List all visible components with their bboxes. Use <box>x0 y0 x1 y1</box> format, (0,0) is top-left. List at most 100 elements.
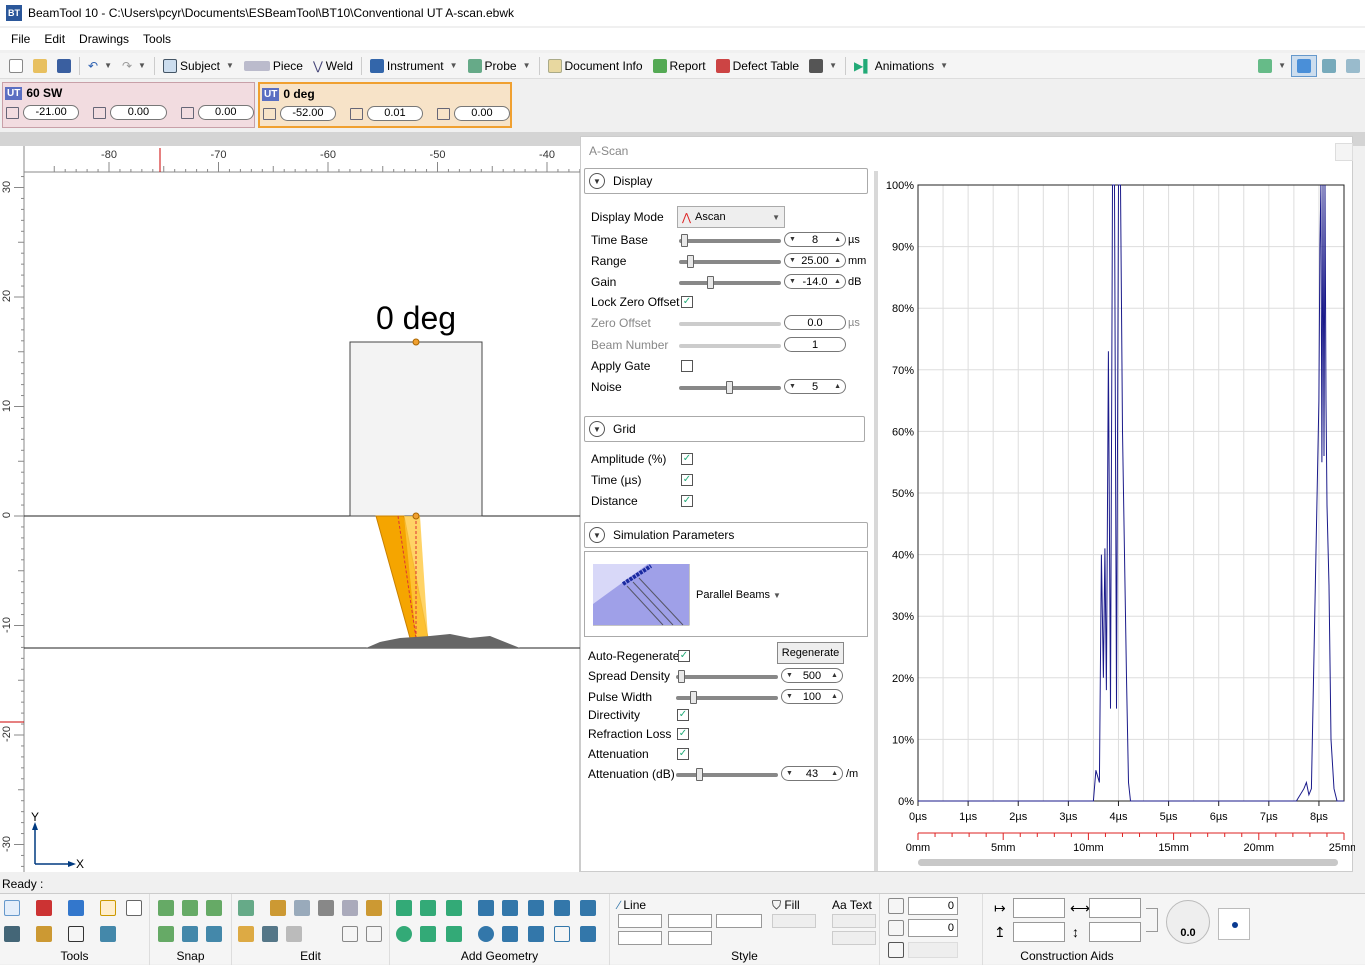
offset-v-field[interactable] <box>1013 922 1065 942</box>
grid-section-header[interactable]: ▼ Grid <box>584 416 865 442</box>
line-style-select[interactable] <box>618 914 662 928</box>
snap-grid-icon[interactable] <box>182 926 198 942</box>
view-2d-button[interactable] <box>1291 54 1317 77</box>
chart-scrollbar[interactable] <box>918 859 1338 866</box>
copy-icon[interactable] <box>342 900 358 916</box>
pulse-width-slider[interactable] <box>676 691 778 704</box>
slider-thumb[interactable] <box>690 691 697 704</box>
pencil-icon[interactable] <box>270 900 286 916</box>
range-slider[interactable] <box>679 255 781 268</box>
dim-icon[interactable] <box>554 900 570 916</box>
grid-distance-checkbox[interactable]: ✓ <box>681 495 693 507</box>
image-icon[interactable] <box>580 926 596 942</box>
refraction-loss-checkbox[interactable]: ✓ <box>677 728 689 740</box>
offset-y-field[interactable]: 0.00 <box>453 106 510 121</box>
probe-button[interactable]: Probe ▼ <box>463 55 536 77</box>
polygon-icon[interactable] <box>420 926 436 942</box>
group-icon[interactable] <box>238 926 254 942</box>
snap-mesh-icon[interactable] <box>206 926 222 942</box>
style-text-button[interactable]: Aa Text <box>832 898 872 912</box>
time-base-spin[interactable]: ▼ 8 ▲ <box>784 232 846 247</box>
menu-drawings[interactable]: Drawings <box>72 30 136 48</box>
offset-h-field[interactable] <box>1013 898 1065 918</box>
bracket-icon[interactable] <box>580 900 596 916</box>
grid-amplitude-checkbox[interactable]: ✓ <box>681 453 693 465</box>
arrow-start-select[interactable] <box>618 931 662 945</box>
report-button[interactable]: Report <box>648 55 711 77</box>
text-box-icon[interactable] <box>554 926 570 942</box>
select-icon[interactable] <box>4 900 20 916</box>
offset-x-field[interactable]: -52.00 <box>279 106 336 121</box>
directivity-checkbox[interactable]: ✓ <box>677 709 689 721</box>
circle-icon[interactable] <box>396 926 412 942</box>
polygon2-icon[interactable] <box>502 926 518 942</box>
layout-button[interactable]: ▼ <box>1253 55 1291 77</box>
polyline-icon[interactable] <box>420 900 436 916</box>
beam-mode-select[interactable]: Parallel Beams ▼ <box>696 589 781 601</box>
regenerate-button[interactable]: Regenerate <box>777 642 844 664</box>
time-base-slider[interactable] <box>679 234 781 247</box>
save-button[interactable] <box>52 55 76 77</box>
menu-edit[interactable]: Edit <box>37 30 72 48</box>
align-icon[interactable] <box>342 926 358 942</box>
menu-file[interactable]: File <box>4 30 37 48</box>
zigzag-icon[interactable] <box>502 900 518 916</box>
line-dash-select[interactable] <box>668 914 712 928</box>
snap-point-icon[interactable] <box>182 900 198 916</box>
slider-thumb[interactable] <box>707 276 714 289</box>
undo-button[interactable]: ↶ ▼ <box>83 55 117 77</box>
ray-icon[interactable] <box>478 900 494 916</box>
view-3d-button[interactable] <box>1317 55 1341 77</box>
width-field[interactable] <box>1089 898 1141 918</box>
probe-card-0deg[interactable]: UT 0 deg -52.00 0.01 0.00 <box>258 82 512 128</box>
spread-density-spin[interactable]: ▼ 500 ▲ <box>781 668 843 683</box>
attenuation-db-spin[interactable]: ▼ 43 ▲ <box>781 766 843 781</box>
snap-angle-icon[interactable] <box>206 900 222 916</box>
skew-field[interactable]: 0.01 <box>366 106 423 121</box>
arrow-end-select[interactable] <box>668 931 712 945</box>
animations-button[interactable]: ▶▌ Animations ▼ <box>849 55 953 77</box>
spread-density-slider[interactable] <box>676 670 778 683</box>
rotate-icon[interactable] <box>262 926 278 942</box>
menu-tools[interactable]: Tools <box>136 30 178 48</box>
height-field[interactable] <box>1089 922 1141 942</box>
probe-card-60sw[interactable]: UT 60 SW -21.00 0.00 0.00 <box>2 82 255 128</box>
crop-icon[interactable] <box>68 926 84 942</box>
edit-props-icon[interactable] <box>100 926 116 942</box>
square-icon[interactable] <box>528 926 544 942</box>
document-info-button[interactable]: Document Info <box>543 55 648 77</box>
display-mode-select[interactable]: ⋀ Ascan ▼ <box>677 206 785 228</box>
pulse-width-spin[interactable]: ▼ 100 ▲ <box>781 689 843 704</box>
piece-button[interactable]: Piece <box>239 55 308 77</box>
skew-field[interactable]: 0.00 <box>110 105 167 120</box>
instrument-button[interactable]: Instrument ▼ <box>365 55 463 77</box>
subject-button[interactable]: Subject ▼ <box>158 55 239 77</box>
gain-spin[interactable]: ▼ -14.0 ▲ <box>784 274 846 289</box>
slider-thumb[interactable] <box>726 381 733 394</box>
view-split-button[interactable] <box>1341 55 1365 77</box>
distribute-icon[interactable] <box>366 926 382 942</box>
weld-button[interactable]: ⋁ Weld <box>308 55 358 77</box>
rect-icon[interactable] <box>446 926 462 942</box>
range-spin[interactable]: ▼ 25.00 ▲ <box>784 253 846 268</box>
arc-icon[interactable] <box>446 900 462 916</box>
measure-icon[interactable] <box>100 900 116 916</box>
new-button[interactable] <box>4 55 28 77</box>
add-node-icon[interactable] <box>294 900 310 916</box>
defect-table-button[interactable]: Defect Table <box>711 55 805 77</box>
noise-slider[interactable] <box>679 381 781 394</box>
magnet-icon[interactable] <box>36 900 52 916</box>
style-line-button[interactable]: ∕ Line <box>618 898 646 912</box>
circle2-icon[interactable] <box>478 926 494 942</box>
offset-y-field[interactable]: 0.00 <box>197 105 254 120</box>
attenuation-checkbox[interactable]: ✓ <box>677 748 689 760</box>
slider-thumb[interactable] <box>678 670 685 683</box>
cut-icon[interactable] <box>318 900 334 916</box>
redo-button[interactable]: ↷ ▼ <box>117 55 151 77</box>
scrollbar-thumb[interactable] <box>918 859 1338 866</box>
origin-picker[interactable] <box>1218 908 1250 940</box>
lock-zero-checkbox[interactable]: ✓ <box>681 296 693 308</box>
shape-icon[interactable] <box>238 900 254 916</box>
window-icon[interactable] <box>68 900 84 916</box>
camera-button[interactable]: ▼ <box>804 55 842 77</box>
